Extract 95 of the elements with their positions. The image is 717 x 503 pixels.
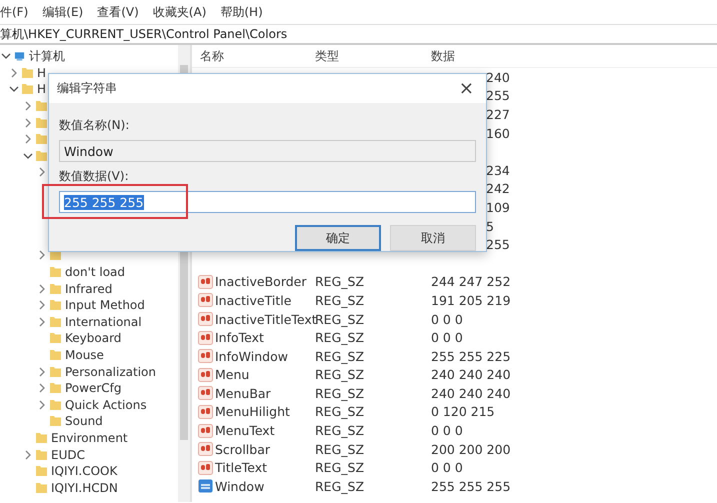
table-cell-text: 0 0 0	[430, 330, 463, 346]
table-cell[interactable]: InactiveTitle	[215, 292, 292, 308]
tree-item[interactable]: Environment	[51, 430, 128, 445]
table-cell-text: 200 200 200	[430, 442, 511, 457]
tree-item[interactable]: EUDC	[51, 448, 85, 462]
address-path[interactable]: 算机\HKEY_CURRENT_USER\Control Panel\Colors	[0, 26, 288, 42]
folder-icon	[50, 382, 61, 394]
table-cell[interactable]: Window	[215, 478, 264, 494]
table-cell-text: 0 0 0	[430, 312, 463, 327]
tree-item[interactable]: International	[65, 314, 142, 329]
table-cell: 255	[486, 88, 510, 104]
field-label: 数值名称(N):	[59, 117, 130, 134]
table-cell-text: REG_SZ	[314, 478, 366, 494]
tree-item[interactable]: don't load	[65, 265, 126, 280]
tree-item[interactable]: Quick Actions	[65, 398, 147, 412]
table-cell[interactable]: TitleText	[215, 460, 268, 476]
field-label: 数值数据(V):	[59, 168, 129, 185]
table-cell-text: REG_SZ	[314, 292, 366, 308]
table-cell[interactable]: Scrollbar	[215, 442, 270, 457]
table-cell[interactable]: MenuText	[215, 423, 275, 438]
tree-item[interactable]: IQIYI.COOK	[51, 464, 118, 478]
table-cell: 5	[486, 218, 494, 234]
tree-item[interactable]: Infrared	[65, 282, 112, 296]
table-cell-text: REG_SZ	[314, 348, 366, 364]
dialog-title: 编辑字符串	[57, 80, 117, 97]
table-cell-text: REG_SZ	[314, 367, 366, 382]
table-cell-text: REG_SZ	[314, 460, 366, 476]
menu-item[interactable]: 件(F)	[0, 4, 28, 20]
tree-item[interactable]: H	[37, 66, 46, 80]
table-cell: 160	[486, 126, 510, 141]
tree-item[interactable]: IQIYI.HCDN	[51, 480, 118, 495]
table-cell[interactable]: MenuBar	[215, 386, 271, 401]
computer-icon	[14, 50, 25, 62]
tree-item[interactable]: Mouse	[65, 348, 104, 362]
close-button[interactable]: ×	[454, 78, 478, 99]
folder-icon	[22, 83, 33, 96]
table-cell-text: REG_SZ	[314, 386, 366, 401]
table-cell-text: 244 247 252	[430, 274, 511, 290]
tree-item[interactable]: Sound	[65, 414, 103, 428]
table-cell-text: 255 255 225	[430, 348, 511, 364]
ok-button[interactable]: 确定	[295, 225, 381, 251]
menu-item[interactable]: 编辑(E)	[42, 4, 84, 20]
table-cell-text: REG_SZ	[314, 330, 366, 346]
table-cell-text: 240 240 240	[430, 367, 511, 382]
table-cell: 242	[486, 181, 510, 196]
menu-item[interactable]: 帮助(H)	[220, 4, 263, 20]
table-cell[interactable]: InfoWindow	[215, 348, 288, 364]
table-cell-text: REG_SZ	[314, 442, 366, 457]
folder-icon	[50, 332, 61, 344]
input-field[interactable]: Window	[59, 140, 476, 162]
table-cell: 234	[486, 162, 510, 178]
folder-icon	[50, 266, 61, 278]
table-cell-text: 0 0 0	[430, 460, 463, 476]
tree-item[interactable]: PowerCfg	[65, 381, 122, 396]
table-cell[interactable]: InactiveTitleText	[215, 312, 317, 327]
table-cell: 255	[486, 237, 510, 252]
tree-item[interactable]: 计算机	[29, 48, 65, 65]
table-cell-text: REG_SZ	[314, 274, 366, 290]
column-header[interactable]: 名称	[192, 48, 307, 64]
column-header[interactable]: 数据	[423, 48, 717, 64]
folder-icon	[50, 366, 61, 378]
folder-icon	[50, 415, 61, 428]
table-cell-text: 240 240 240	[430, 386, 511, 401]
table-cell[interactable]: InactiveBorder	[215, 274, 307, 290]
column-header[interactable]: 类型	[307, 48, 423, 64]
input-field[interactable]: 255 255 255	[59, 191, 476, 213]
folder-icon	[50, 398, 61, 411]
folder-icon	[36, 448, 47, 461]
folder-icon	[50, 348, 61, 361]
table-cell: 227	[486, 106, 510, 122]
table-cell: 109	[486, 200, 510, 215]
folder-icon	[50, 282, 61, 295]
tree-item[interactable]: Keyboard	[65, 331, 122, 346]
table-cell[interactable]: Menu	[215, 367, 250, 382]
table-cell-text: 0 120 215	[430, 404, 495, 420]
table-cell[interactable]: InfoText	[215, 330, 264, 346]
menu-item[interactable]: 收藏夹(A)	[152, 4, 206, 20]
folder-icon	[36, 482, 47, 494]
tree-item[interactable]: Input Method	[65, 298, 145, 312]
folder-icon	[50, 316, 61, 328]
cancel-button[interactable]: 取消	[390, 225, 476, 251]
table-cell-text: REG_SZ	[314, 404, 366, 420]
table-cell[interactable]: MenuHilight	[215, 404, 290, 420]
folder-icon	[50, 299, 61, 312]
table-cell-text: 0 0 0	[430, 423, 463, 438]
folder-icon	[36, 465, 47, 478]
folder-icon	[36, 432, 47, 444]
tree-item[interactable]: Personalization	[65, 364, 156, 379]
table-cell-text: 191 205 219	[430, 292, 511, 308]
tree-item[interactable]: H	[37, 82, 46, 96]
table-cell-text: 255 255 255	[430, 478, 511, 494]
table-cell: 240	[486, 70, 510, 85]
folder-icon	[22, 66, 33, 79]
menu-item[interactable]: 查看(V)	[97, 4, 139, 20]
table-cell-text: REG_SZ	[314, 423, 366, 438]
